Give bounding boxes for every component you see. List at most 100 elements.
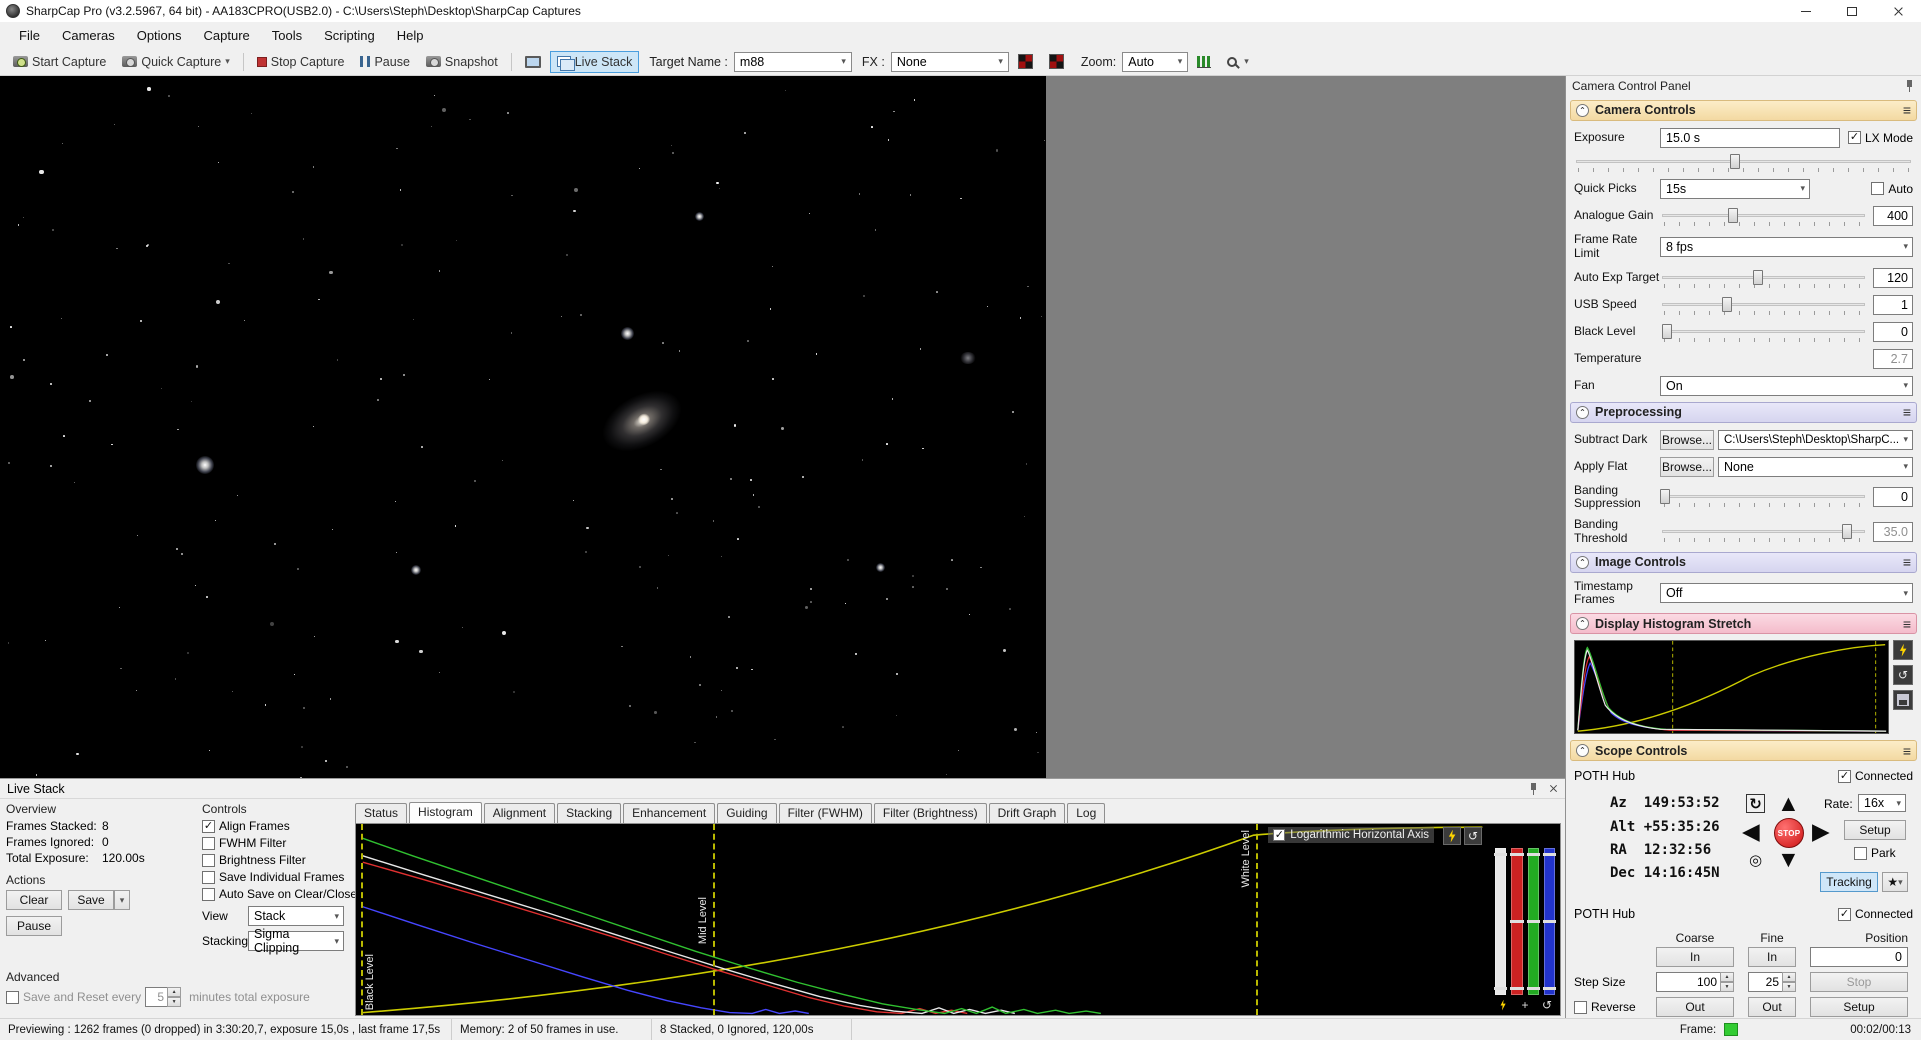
- focuser-connected-checkbox[interactable]: [1837, 907, 1851, 921]
- black-level-line[interactable]: [361, 824, 363, 1015]
- tab-histogram[interactable]: Histogram: [409, 802, 482, 823]
- start-capture-button[interactable]: Start Capture: [6, 51, 113, 73]
- dark-checker-button[interactable]: [1011, 50, 1040, 73]
- reverse-checkbox[interactable]: [1574, 1000, 1587, 1014]
- tab-enhancement[interactable]: Enhancement: [623, 803, 716, 823]
- close-button[interactable]: [1875, 0, 1921, 22]
- quick-capture-button[interactable]: Quick Capture ▾: [115, 51, 236, 73]
- save-reset-checkbox[interactable]: [6, 990, 19, 1004]
- scope-controls-section-header[interactable]: ⌃ Scope Controls ≡: [1570, 740, 1917, 762]
- reset-mini-button[interactable]: ↺: [1539, 997, 1555, 1013]
- display-histogram-plot[interactable]: [1574, 640, 1889, 735]
- spin-down-icon[interactable]: ▼: [167, 997, 182, 1007]
- slider-thumb[interactable]: [1722, 296, 1733, 312]
- park-checkbox[interactable]: [1854, 846, 1867, 860]
- focuser-setup-button[interactable]: Setup: [1810, 997, 1908, 1018]
- black-level-value[interactable]: 0: [1873, 321, 1913, 342]
- spin-up-icon[interactable]: ▲: [1782, 972, 1796, 983]
- display-histogram-section-header[interactable]: ⌃ Display Histogram Stretch ≡: [1570, 613, 1917, 635]
- pause-button[interactable]: Pause: [353, 51, 416, 73]
- fwhm-filter-checkbox[interactable]: [202, 836, 215, 850]
- timestamp-frames-dropdown[interactable]: Off ▾: [1660, 583, 1913, 604]
- section-menu-icon[interactable]: ≡: [1903, 743, 1911, 759]
- subtract-dark-browse-button[interactable]: Browse...: [1660, 429, 1714, 450]
- menu-tools[interactable]: Tools: [261, 24, 313, 47]
- coarse-step-spinner[interactable]: 100 ▲ ▼: [1656, 972, 1734, 993]
- pause-stack-button[interactable]: Pause: [6, 916, 62, 936]
- apply-flat-browse-button[interactable]: Browse...: [1660, 456, 1714, 477]
- maximize-button[interactable]: [1829, 0, 1875, 22]
- focus-out-coarse-button[interactable]: Out: [1656, 997, 1734, 1018]
- luminance-level-slider[interactable]: [1494, 848, 1508, 995]
- tracking-rate-star-button[interactable]: ★ ▾: [1882, 872, 1908, 893]
- fine-step-spinner[interactable]: 25 ▲ ▼: [1748, 972, 1796, 993]
- slew-down-button[interactable]: ▼: [1777, 848, 1800, 871]
- menu-file[interactable]: File: [8, 24, 51, 47]
- rate-dropdown[interactable]: 16x ▾: [1858, 794, 1906, 813]
- exposure-slider[interactable]: [1574, 152, 1913, 172]
- slider-thumb[interactable]: [1729, 153, 1740, 169]
- menu-options[interactable]: Options: [126, 24, 193, 47]
- view-dropdown[interactable]: Stack ▾: [248, 906, 344, 926]
- slew-left-button[interactable]: ◀: [1742, 820, 1760, 843]
- log-axis-checkbox[interactable]: [1273, 829, 1286, 841]
- menu-capture[interactable]: Capture: [193, 24, 261, 47]
- clear-button[interactable]: Clear: [6, 890, 62, 910]
- reset-stretch-button[interactable]: ↺: [1464, 827, 1482, 845]
- section-menu-icon[interactable]: ≡: [1903, 554, 1911, 570]
- fit-mini-button[interactable]: +: [1517, 997, 1533, 1013]
- fan-dropdown[interactable]: On ▾: [1660, 375, 1913, 396]
- tab-alignment[interactable]: Alignment: [483, 803, 556, 823]
- slider-thumb[interactable]: [1662, 323, 1673, 339]
- focus-out-fine-button[interactable]: Out: [1748, 997, 1796, 1018]
- analogue-gain-slider[interactable]: [1660, 206, 1867, 226]
- auto-stretch-button[interactable]: [1443, 827, 1461, 845]
- tab-filter-brightness[interactable]: Filter (Brightness): [873, 803, 987, 823]
- save-reset-spinner[interactable]: 5 ▲ ▼: [145, 987, 182, 1007]
- preview-display-button[interactable]: [518, 52, 548, 72]
- tab-status[interactable]: Status: [355, 803, 408, 823]
- slew-stop-button[interactable]: STOP: [1774, 818, 1804, 849]
- focus-in-coarse-button[interactable]: In: [1656, 947, 1734, 968]
- menu-help[interactable]: Help: [386, 24, 435, 47]
- spin-up-icon[interactable]: ▲: [1720, 972, 1734, 983]
- pin-icon[interactable]: [1528, 782, 1539, 795]
- mid-level-line[interactable]: [712, 824, 715, 1015]
- save-button[interactable]: Save: [68, 890, 114, 910]
- analogue-gain-value[interactable]: 400: [1873, 205, 1913, 226]
- slider-thumb[interactable]: [1753, 269, 1764, 285]
- spin-down-icon[interactable]: ▼: [1782, 982, 1796, 993]
- auto-save-checkbox[interactable]: [202, 887, 215, 901]
- sync-target-icon[interactable]: ◎: [1746, 850, 1765, 869]
- histogram-stretch-button[interactable]: [1190, 52, 1218, 72]
- camera-controls-section-header[interactable]: ⌃ Camera Controls ≡: [1570, 99, 1917, 121]
- zoom-dropdown[interactable]: Auto ▾: [1122, 51, 1189, 72]
- exposure-input[interactable]: 15.0 s: [1660, 127, 1840, 148]
- fx-dropdown[interactable]: None ▾: [890, 51, 1009, 72]
- save-dropdown-button[interactable]: ▾: [114, 890, 130, 910]
- spiral-search-button[interactable]: ↻: [1746, 794, 1765, 814]
- scope-connected-checkbox[interactable]: [1837, 769, 1851, 783]
- auto-exposure-checkbox[interactable]: [1871, 182, 1885, 196]
- target-name-input[interactable]: m88 ▾: [733, 51, 852, 72]
- apply-flat-dropdown[interactable]: None ▾: [1718, 456, 1913, 477]
- stacking-dropdown[interactable]: Sigma Clipping ▾: [248, 927, 344, 955]
- align-frames-checkbox[interactable]: [202, 819, 215, 833]
- tab-log[interactable]: Log: [1067, 803, 1106, 823]
- tab-guiding[interactable]: Guiding: [717, 803, 777, 823]
- section-menu-icon[interactable]: ≡: [1903, 102, 1911, 118]
- pin-icon[interactable]: [1904, 80, 1915, 93]
- red-level-slider[interactable]: [1510, 848, 1524, 995]
- tab-stacking[interactable]: Stacking: [557, 803, 622, 823]
- white-level-line[interactable]: [1255, 824, 1258, 1015]
- blue-level-slider[interactable]: [1542, 848, 1556, 995]
- focus-in-fine-button[interactable]: In: [1748, 947, 1796, 968]
- auto-stretch-mini-button[interactable]: [1495, 997, 1511, 1013]
- brightness-filter-checkbox[interactable]: [202, 853, 215, 867]
- frame-rate-dropdown[interactable]: 8 fps ▾: [1660, 236, 1913, 257]
- tracking-toggle-button[interactable]: Tracking: [1820, 872, 1878, 893]
- usb-speed-value[interactable]: 1: [1873, 294, 1913, 315]
- log-axis-toggle[interactable]: Logarithmic Horizontal Axis: [1268, 827, 1434, 843]
- banding-suppression-value[interactable]: 0: [1873, 487, 1913, 508]
- section-menu-icon[interactable]: ≡: [1903, 616, 1911, 632]
